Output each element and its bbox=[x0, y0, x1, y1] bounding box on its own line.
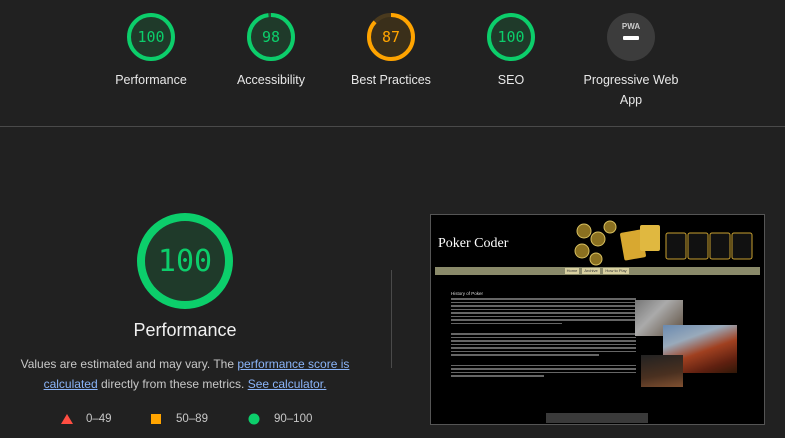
legend-range-average: 50–89 bbox=[176, 413, 208, 425]
performance-big-gauge: 100 bbox=[135, 211, 235, 311]
gauge-seo[interactable]: 100 bbox=[485, 11, 537, 63]
triangle-icon bbox=[61, 414, 73, 424]
performance-big-score: 100 bbox=[158, 244, 212, 279]
legend-item-average: 50–89 bbox=[150, 413, 208, 425]
screenshot-nav-home: Home bbox=[565, 268, 579, 274]
best-practices-gauge-ring: 87 bbox=[367, 13, 415, 61]
legend-item-fail: 0–49 bbox=[60, 413, 112, 425]
circle-icon bbox=[248, 413, 260, 425]
pwa-label: Progressive Web App bbox=[566, 70, 696, 110]
page-screenshot[interactable]: Poker Coder Home Archive How to Play His… bbox=[430, 214, 765, 425]
screenshot-photo-dark bbox=[641, 355, 683, 387]
accessibility-gauge-ring: 98 bbox=[247, 13, 295, 61]
performance-gauge-ring: 100 bbox=[127, 13, 175, 61]
pwa-badge-icon: PWA bbox=[607, 13, 655, 61]
pwa-badge-text: PWA bbox=[622, 22, 640, 31]
screenshot-nav-how-to-play: How to Play bbox=[603, 268, 629, 274]
accessibility-label: Accessibility bbox=[236, 73, 306, 87]
performance-label: Performance bbox=[115, 73, 187, 87]
screenshot-footer bbox=[546, 413, 648, 423]
screenshot-heading: History of Poker bbox=[451, 291, 484, 296]
performance-score-link-line1[interactable]: performance score is bbox=[237, 357, 349, 371]
gauge-accessibility[interactable]: 98 bbox=[245, 11, 297, 63]
best-practices-score: 87 bbox=[382, 28, 400, 46]
legend-range-pass: 90–100 bbox=[274, 413, 313, 425]
gauge-best-practices[interactable]: 87 bbox=[365, 11, 417, 63]
pwa-label-line1: Progressive Web bbox=[583, 73, 679, 87]
note-prefix: Values are estimated and may vary. The bbox=[20, 357, 238, 371]
performance-title: Performance bbox=[133, 320, 237, 340]
gauge-performance[interactable]: 100 bbox=[125, 11, 177, 63]
note-middle: directly from these metrics. bbox=[97, 377, 248, 391]
square-icon bbox=[151, 414, 161, 424]
seo-score: 100 bbox=[497, 28, 524, 46]
legend-item-pass: 90–100 bbox=[248, 413, 312, 425]
seo-gauge-ring: 100 bbox=[487, 13, 535, 61]
performance-score: 100 bbox=[137, 28, 164, 46]
accessibility-score: 98 bbox=[262, 28, 280, 46]
best-practices-label: Best Practices bbox=[351, 73, 431, 87]
screenshot-nav-archive: Archive bbox=[582, 268, 600, 274]
gauge-pwa[interactable]: PWA bbox=[605, 11, 657, 63]
screenshot-site-title: Poker Coder bbox=[438, 236, 509, 251]
section-divider bbox=[0, 126, 785, 127]
vertical-divider bbox=[391, 270, 392, 368]
pwa-label-line2: App bbox=[619, 93, 643, 107]
screenshot-nav: Home Archive How to Play bbox=[435, 267, 760, 275]
performance-big-gauge-ring: 100 bbox=[137, 213, 233, 309]
performance-score-link-line2[interactable]: calculated bbox=[44, 377, 98, 391]
legend-range-fail: 0–49 bbox=[86, 413, 112, 425]
poker-chips-cards-image-icon bbox=[574, 220, 753, 266]
performance-note: Values are estimated and may vary. The p… bbox=[0, 354, 370, 394]
see-calculator-link[interactable]: See calculator. bbox=[248, 377, 327, 391]
seo-label: SEO bbox=[497, 73, 525, 87]
screenshot-body: History of Poker bbox=[451, 291, 636, 379]
